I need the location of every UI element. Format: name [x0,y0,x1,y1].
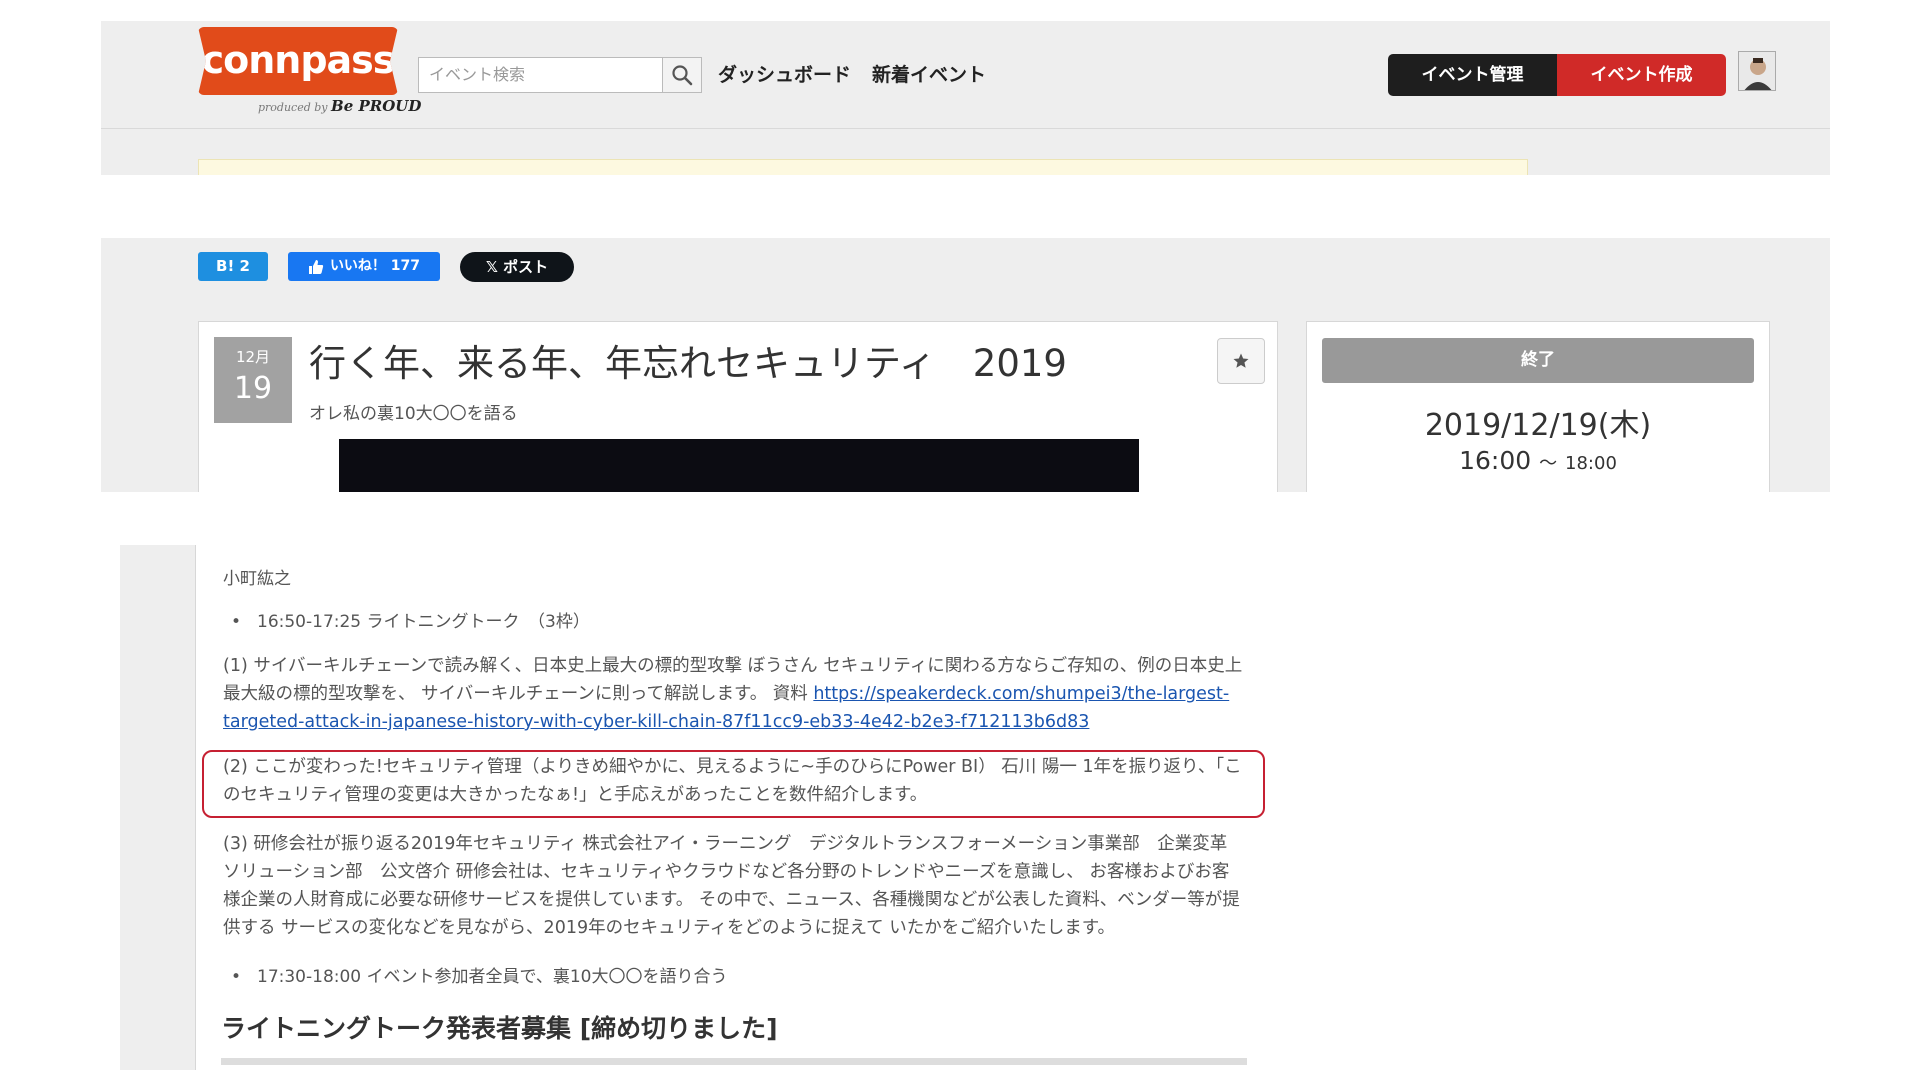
talk-description-1: (1) サイバーキルチェーンで読み解く、日本史上最大の標的型攻撃 ぼうさん セキ… [223,652,1243,736]
hatena-bookmark-button[interactable]: B! 2 [198,252,268,281]
talk-description-3: (3) 研修会社が振り返る2019年セキュリティ 株式会社アイ・ラーニング デジ… [223,834,1240,938]
logo-tagline: produced by Be PROUD [258,97,421,115]
schedule-item-label: 16:50-17:25 ライトニングトーク （3枠） [257,612,590,632]
event-day: 19 [233,371,273,406]
event-description-panel: 小町紘之 16:50-17:25 ライトニングトーク （3枠） (1) サイバー… [120,545,1268,1070]
x-post-button[interactable]: 𝕏 ポスト [460,252,574,282]
facebook-like-button[interactable]: いいね！ 177 [288,252,440,281]
site-header-panel: connpass produced by Be PROUD イベント検索 ダッシ… [101,21,1830,175]
star-icon [1233,353,1249,368]
logo-produced-by: produced by [258,101,328,114]
talk-description-2: (2) ここが変わった!セキュリティ管理（よりきめ細やかに、見えるように~手のひ… [223,757,1242,805]
speaker-name: 小町紘之 [223,569,291,589]
event-search-input[interactable]: イベント検索 [418,57,662,93]
heading-divider [221,1058,1247,1065]
nav-dashboard-link[interactable]: ダッシュボード [718,61,851,89]
bookmark-button[interactable] [1217,338,1265,384]
event-summary-card: 12月 19 行く年、来る年、年忘れセキュリティ 2019 オレ私の裏10大〇〇… [198,321,1278,492]
logo-wordmark: connpass [198,27,398,95]
top-navigation-bar: connpass produced by Be PROUD イベント検索 ダッシ… [101,21,1830,129]
schedule-item-lightning-talk: 16:50-17:25 ライトニングトーク （3枠） [231,608,590,636]
search-icon [672,65,693,86]
lightning-talk-recruit-heading: ライトニングトーク発表者募集 [締め切りました] [221,1014,778,1043]
search-button[interactable] [662,57,702,93]
event-title: 行く年、来る年、年忘れセキュリティ 2019 [309,342,1067,385]
event-cover-image [339,439,1139,492]
schedule-item-label: 17:30-18:00 イベント参加者全員で、裏10大〇〇を語り合う [257,967,728,987]
event-start-time: 16:00 [1459,446,1532,475]
event-subtitle: オレ私の裏10大〇〇を語る [309,404,518,424]
event-header-panel: B! 2 いいね！ 177 𝕏 ポスト 12月 19 行く年、来る年、年忘れセキ… [101,238,1830,492]
event-create-button[interactable]: イベント作成 [1557,54,1726,96]
event-date-badge: 12月 19 [214,337,292,423]
event-status-badge: 終了 [1322,338,1754,383]
connpass-logo[interactable]: connpass produced by Be PROUD [198,27,421,123]
user-avatar[interactable] [1738,51,1776,91]
schedule-item-discussion: 17:30-18:00 イベント参加者全員で、裏10大〇〇を語り合う [231,963,727,991]
event-month: 12月 [235,348,271,366]
notice-banner [198,159,1528,175]
logo-brand: Be PROUD [331,97,422,115]
event-manage-button[interactable]: イベント管理 [1388,54,1557,96]
event-time-separator: ～ [1539,453,1558,474]
nav-new-events-link[interactable]: 新着イベント [872,61,986,89]
event-description-card: 小町紘之 16:50-17:25 ライトニングトーク （3枠） (1) サイバー… [195,545,1268,1070]
event-date-text: 2019/12/19(木) [1424,408,1652,443]
facebook-like-label: いいね！ 177 [329,258,421,274]
thumbs-up-icon [308,259,324,274]
event-schedule-card: 終了 2019/12/19(木) 16:00 ～ 18:00 [1306,321,1770,492]
event-end-time: 18:00 [1565,453,1617,474]
user-avatar-icon [1739,52,1775,90]
event-time-text: 16:00 ～ 18:00 [1307,446,1769,475]
